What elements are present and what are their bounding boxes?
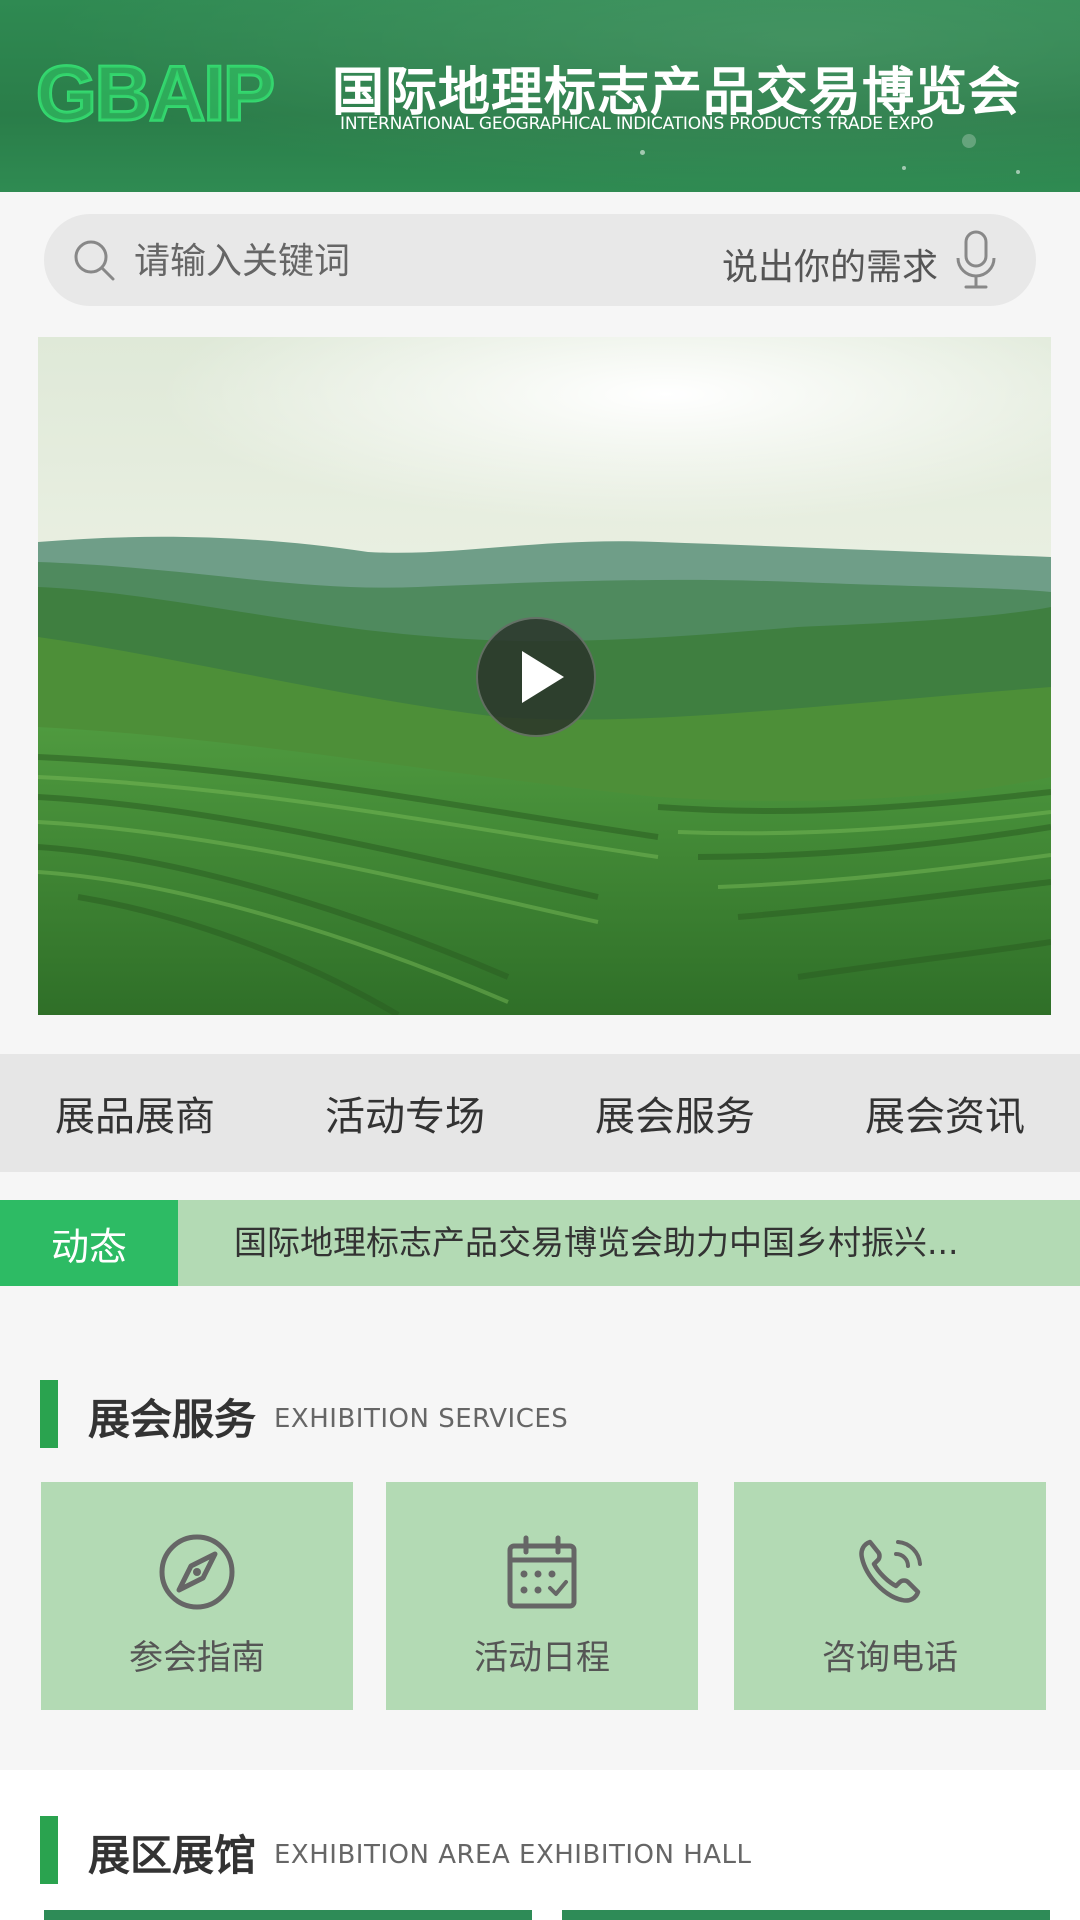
logo-graphic: GBAIP GBAIP [35, 48, 277, 139]
nav-item-news[interactable]: 展会资讯 [810, 1054, 1080, 1172]
service-card-hotline[interactable]: 咨询电话 [734, 1482, 1046, 1710]
play-button[interactable] [476, 617, 596, 737]
service-card-guide[interactable]: 参会指南 [41, 1482, 353, 1710]
app-header: GBAIP GBAIP 国际地理标志产品交易博览会 INTERNATIONAL … [0, 0, 1080, 192]
ticker-tag: 动态 [0, 1200, 178, 1286]
news-ticker[interactable]: 动态 国际地理标志产品交易博览会助力中国乡村振兴... [0, 1200, 1080, 1286]
hall-title-cn: 展区展馆 [88, 1831, 257, 1880]
header-subtitle: INTERNATIONAL GEOGRAPHICAL INDICATIONS P… [340, 114, 934, 134]
nav-item-exhibits[interactable]: 展品展商 [0, 1054, 270, 1172]
calendar-icon [502, 1532, 582, 1612]
microphone-icon[interactable] [952, 228, 1000, 292]
service-card-label: 咨询电话 [822, 1638, 958, 1678]
phone-icon [850, 1532, 930, 1612]
hall-title-en: EXHIBITION AREA EXHIBITION HALL [274, 1840, 752, 1870]
services-title-en: EXHIBITION SERVICES [274, 1404, 569, 1434]
category-nav: 展品展商 活动专场 展会服务 展会资讯 [0, 1054, 1080, 1172]
voice-search-label[interactable]: 说出你的需求 [722, 238, 938, 290]
hall-section: 展区展馆 EXHIBITION AREA EXHIBITION HALL [0, 1770, 1080, 1920]
services-section-title: 展会服务 EXHIBITION SERVICES [40, 1380, 740, 1448]
section-accent-bar [40, 1816, 58, 1884]
search-input[interactable] [132, 232, 636, 290]
service-card-label: 活动日程 [474, 1638, 610, 1678]
section-accent-bar [40, 1380, 58, 1448]
play-icon [522, 651, 564, 703]
decor-dot [1016, 170, 1020, 174]
service-card-schedule[interactable]: 活动日程 [386, 1482, 698, 1710]
decor-dot [962, 134, 976, 148]
nav-item-events[interactable]: 活动专场 [270, 1054, 540, 1172]
gbaip-logo: GBAIP GBAIP [35, 48, 326, 139]
nav-item-services[interactable]: 展会服务 [540, 1054, 810, 1172]
hall-card[interactable] [44, 1910, 532, 1920]
decor-dot [640, 150, 645, 155]
hall-section-title: 展区展馆 EXHIBITION AREA EXHIBITION HALL [40, 1816, 940, 1884]
decor-dot [902, 166, 906, 170]
search-bar[interactable]: 说出你的需求 [44, 214, 1036, 306]
hero-video[interactable] [38, 337, 1051, 1015]
logo-text-fill: GBAIP [36, 54, 273, 130]
search-icon[interactable] [72, 238, 116, 282]
services-title-cn: 展会服务 [88, 1395, 257, 1444]
hall-card[interactable] [562, 1910, 1050, 1920]
service-card-label: 参会指南 [129, 1638, 265, 1678]
compass-icon [157, 1532, 237, 1612]
ticker-headline[interactable]: 国际地理标志产品交易博览会助力中国乡村振兴... [234, 1200, 1034, 1286]
